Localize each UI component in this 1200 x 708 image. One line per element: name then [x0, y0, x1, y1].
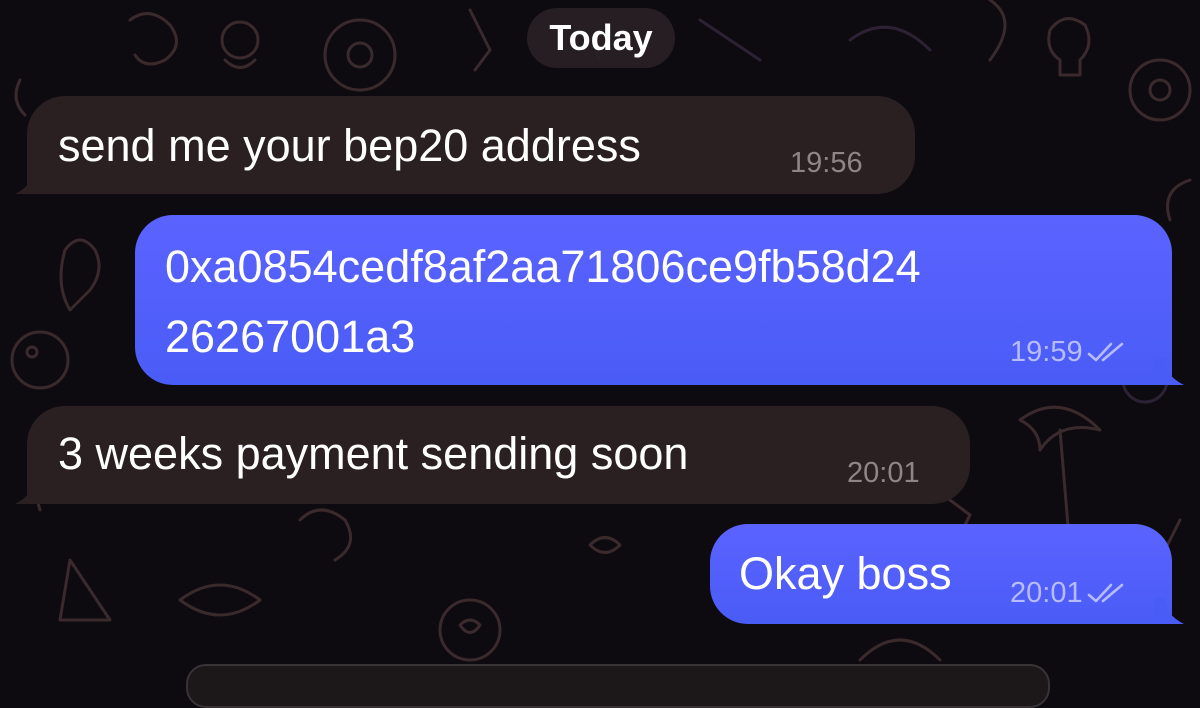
message-timestamp: 19:56 — [790, 147, 863, 179]
message-incoming[interactable]: send me your bep20 address — [15, 96, 915, 194]
message-incoming[interactable]: 3 weeks payment sending soon 20:01 — [15, 406, 970, 504]
message-timestamp: 19:59 — [1010, 336, 1083, 368]
message-text: 3 weeks payment sending soon — [58, 428, 689, 479]
bubble-tail — [1154, 359, 1184, 385]
message-text: Okay boss — [739, 548, 952, 599]
message-timestamp: 20:01 — [1010, 577, 1083, 609]
message-text: send me your bep20 address — [58, 120, 641, 171]
message-outgoing[interactable]: 0xa0854cedf8af2aa71806ce9fb58d24 2626700… — [135, 215, 1184, 385]
message-text-line-1: 0xa0854cedf8af2aa71806ce9fb58d24 — [165, 241, 921, 292]
bubble-tail — [15, 478, 45, 504]
date-separator: Today — [527, 8, 675, 68]
double-check-icon — [1087, 342, 1123, 362]
message-status: 19:59 — [1010, 335, 1127, 369]
message-text-line-2: 26267001a3 — [165, 311, 416, 362]
double-check-icon — [1087, 583, 1123, 603]
message-timestamp: 20:01 — [847, 457, 920, 489]
message-status: 20:01 — [1010, 576, 1127, 610]
message-outgoing[interactable]: Okay boss 20:01 — [710, 524, 1184, 624]
bubble-tail — [15, 168, 45, 194]
bubble-tail — [1154, 598, 1184, 624]
message-input-bar[interactable] — [186, 664, 1050, 708]
